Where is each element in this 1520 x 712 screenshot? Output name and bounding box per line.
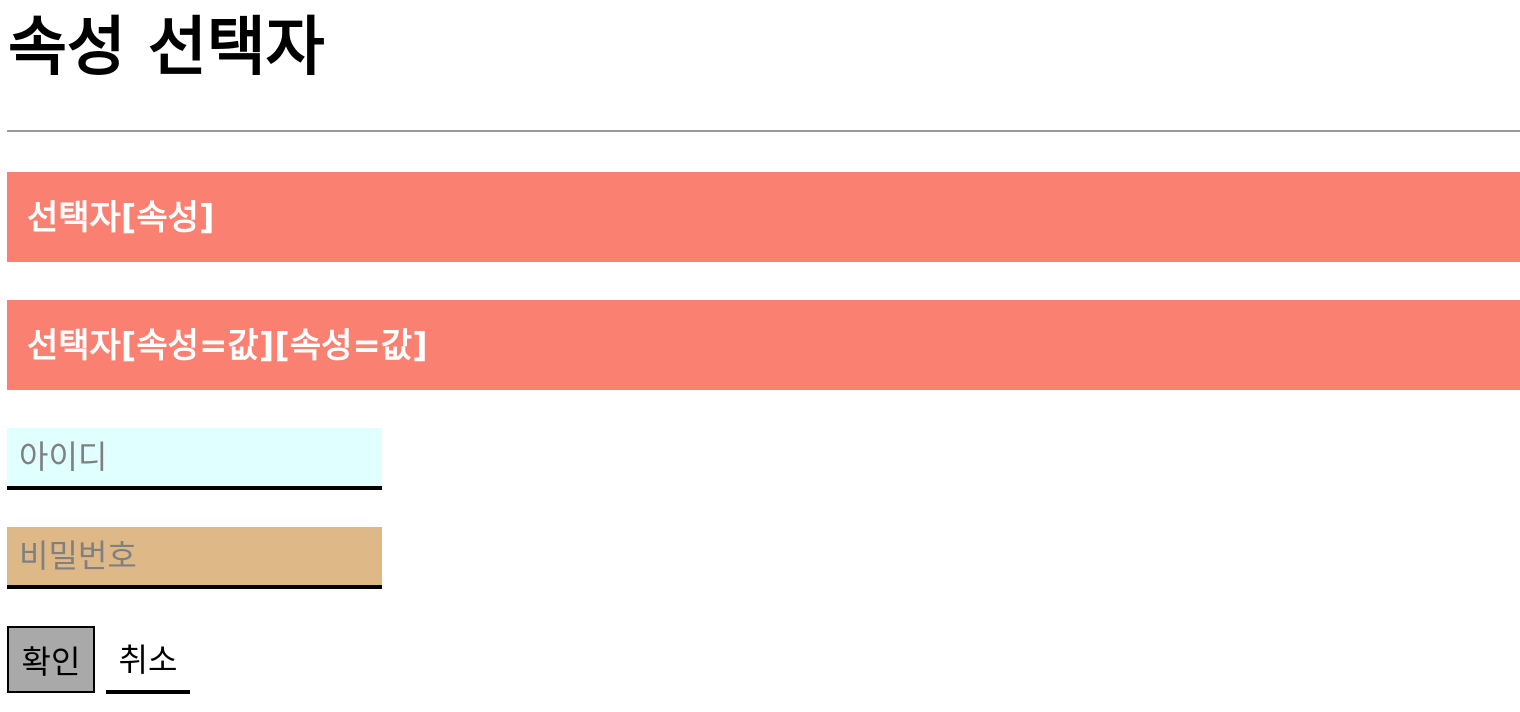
password-input[interactable]: [7, 527, 382, 589]
banner-text: 선택자[속성]: [27, 198, 215, 238]
cancel-button[interactable]: 취소: [106, 626, 190, 694]
id-input[interactable]: [7, 428, 382, 490]
page-title: 속성 선택자: [8, 11, 325, 85]
page: 속성 선택자 선택자[속성] 선택자[속성=값][속성=값] 확인 취소: [0, 0, 1520, 712]
confirm-button[interactable]: 확인: [7, 626, 95, 693]
horizontal-rule: [7, 130, 1520, 132]
selector-attribute-banner: 선택자[속성]: [7, 172, 1520, 262]
banner-text: 선택자[속성=값][속성=값]: [27, 326, 428, 366]
selector-attribute-value-banner: 선택자[속성=값][속성=값]: [7, 300, 1520, 390]
